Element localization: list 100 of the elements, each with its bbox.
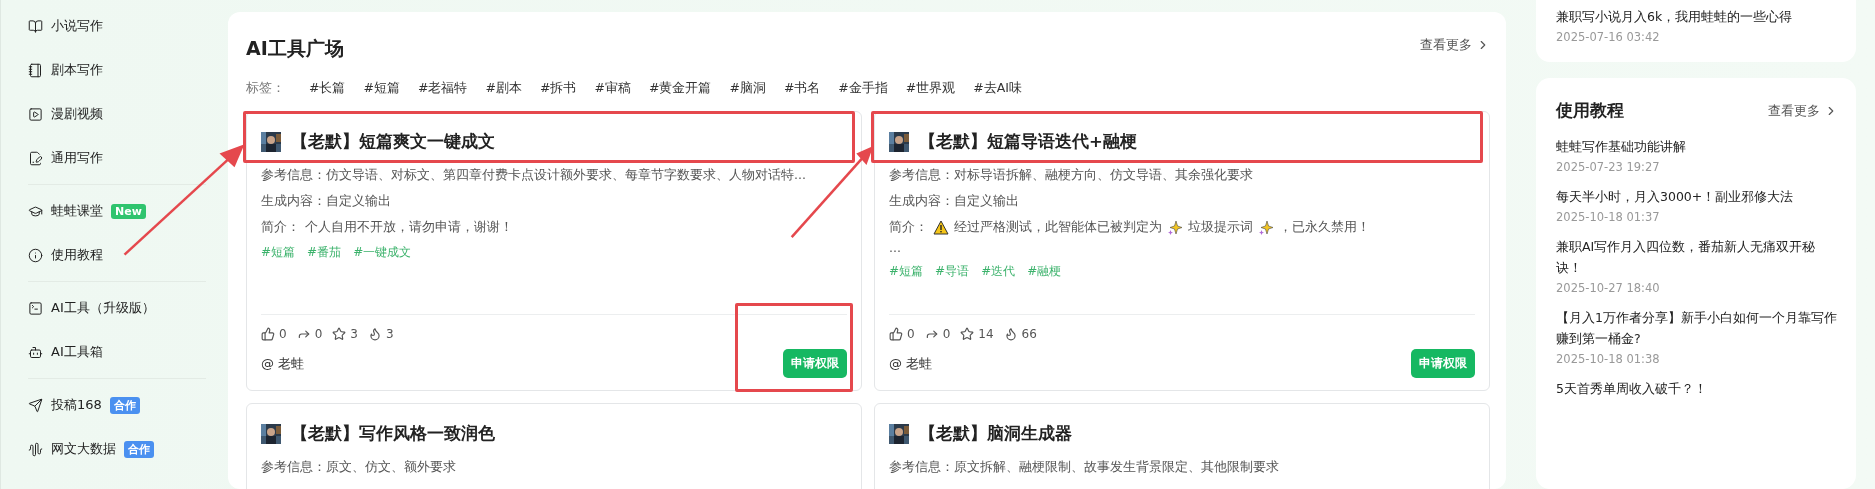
- flame-icon: [367, 327, 382, 341]
- tag-link[interactable]: #世界观: [905, 80, 956, 97]
- sidebar-item[interactable]: 蛙蛙课堂 New: [28, 189, 206, 233]
- share-count: 0: [314, 327, 323, 341]
- share-icon[interactable]: [924, 327, 939, 341]
- sidebar-item[interactable]: 漫剧视频: [28, 92, 206, 136]
- card-tag: #短篇: [889, 263, 924, 280]
- tag-link[interactable]: #金手指: [838, 80, 888, 97]
- sidebar-label: AI工具箱: [51, 343, 103, 361]
- author-name: @ 老蛙: [889, 354, 933, 373]
- warning-icon: [933, 220, 949, 235]
- card-info: 生成内容：自定义输出: [889, 193, 1020, 210]
- tag-link[interactable]: #去AI味: [973, 80, 1023, 97]
- sidebar-item[interactable]: AI工具箱: [28, 330, 206, 374]
- share-count: 0: [942, 327, 951, 341]
- badge: New: [111, 203, 146, 219]
- article-date: 2025-10-27 18:40: [1556, 281, 1661, 295]
- article-title[interactable]: 兼职AI写作月入四位数，番茄新人无痛双开秘诀！: [1556, 236, 1838, 278]
- card-tag: #一键成文: [353, 244, 412, 261]
- intro-text: 经过严格测试，此智能体已被判定为: [954, 219, 1162, 236]
- info-icon: [28, 247, 43, 263]
- tag-link[interactable]: #长篇: [309, 80, 346, 97]
- tag-link[interactable]: #拆书: [539, 80, 577, 97]
- heat-count: 66: [1021, 327, 1037, 341]
- card-tag: #番茄: [307, 244, 342, 261]
- like-icon[interactable]: [889, 327, 903, 341]
- share-icon[interactable]: [296, 327, 311, 341]
- card-info: 参考信息：对标导语拆解、融梗方向、仿文导语、其余强化要求: [889, 167, 1254, 184]
- sparkle-icon: [1167, 219, 1183, 236]
- article-title[interactable]: 蛙蛙写作基础功能讲解: [1556, 136, 1838, 157]
- sidebar-item[interactable]: 使用教程: [28, 233, 206, 277]
- card-tag: #融梗: [1027, 263, 1062, 280]
- article-title[interactable]: 每天半小时，月入3000+！副业邪修大法: [1556, 186, 1838, 207]
- intro-label: 简介：: [261, 219, 300, 236]
- tag-link[interactable]: #短篇: [363, 80, 400, 97]
- sparkle-icon: [1258, 219, 1274, 236]
- author-name: @ 老蛙: [261, 354, 305, 373]
- play-icon: [28, 106, 43, 122]
- card-title: 【老默】脑洞生成器: [919, 423, 1072, 445]
- star-icon[interactable]: [960, 327, 975, 341]
- article-date: 2025-07-16 03:42: [1556, 30, 1661, 44]
- edit-icon: [28, 150, 43, 166]
- graduation-cap-icon: [28, 203, 43, 219]
- article-date: 2025-10-18 01:37: [1556, 210, 1661, 224]
- sidebar-label: 使用教程: [51, 246, 103, 264]
- card-info: 参考信息：原文拆解、融梗限制、故事发生背景限定、其他限制要求: [889, 459, 1280, 476]
- tag-link[interactable]: #脑洞: [729, 80, 766, 97]
- wave-icon: [28, 441, 43, 457]
- section-title: AI工具广场: [246, 36, 344, 61]
- sidebar-label: 漫剧视频: [51, 105, 103, 123]
- card-info: 生成内容：自定义输出: [261, 193, 392, 210]
- sidebar-label: 蛙蛙课堂: [51, 202, 103, 220]
- intro-text: ，已永久禁用！: [1279, 219, 1370, 236]
- star-count: 14: [978, 327, 994, 341]
- like-count: 0: [279, 327, 287, 341]
- card-title: 【老默】短篇导语迭代+融梗: [919, 131, 1137, 153]
- sidebar-item[interactable]: 小说写作: [28, 4, 206, 48]
- view-more-link[interactable]: 查看更多: [1420, 36, 1490, 54]
- like-icon[interactable]: [261, 327, 275, 341]
- tag-link[interactable]: #审稿: [594, 80, 631, 97]
- card-title: 【老默】写作风格一致润色: [291, 423, 495, 445]
- card-info: 参考信息：原文、仿文、额外要求: [261, 459, 457, 476]
- sidebar-label: 通用写作: [51, 149, 103, 167]
- card-title: 【老默】短篇爽文一键成文: [291, 131, 495, 153]
- article-title[interactable]: 5天首秀单周收入破千？！: [1556, 378, 1838, 399]
- sidebar-label: 小说写作: [51, 17, 103, 35]
- tool-card[interactable]: 【老默】写作风格一致润色 参考信息：原文、仿文、额外要求: [246, 403, 862, 489]
- sidebar-label: 剧本写作: [51, 61, 103, 79]
- tag-link[interactable]: #老福特: [417, 80, 468, 97]
- sidebar-label: 投稿168: [51, 396, 102, 414]
- sidebar-item[interactable]: AI工具（升级版）: [28, 286, 206, 330]
- heat-count: 3: [385, 327, 394, 341]
- robot-icon: [28, 344, 43, 360]
- book-icon: [28, 18, 43, 34]
- tag-link[interactable]: #书名: [783, 80, 821, 97]
- article-title[interactable]: 兼职写小说月入6k，我用蛙蛙的一些心得: [1556, 6, 1838, 27]
- like-count: 0: [907, 327, 915, 341]
- sidebar-item[interactable]: 投稿168 合作: [28, 383, 206, 427]
- sidebar-item[interactable]: 网文大数据 合作: [28, 427, 206, 471]
- view-more-link[interactable]: 查看更多: [1768, 102, 1838, 120]
- intro-label: 简介：: [889, 219, 928, 236]
- ellipsis-text: ...: [889, 240, 902, 255]
- article-title[interactable]: 【月入1万作者分享】新手小白如何一个月靠写作赚到第一桶金?: [1556, 307, 1838, 349]
- intro-text: 个人自用不开放，请勿申请，谢谢！: [305, 219, 513, 236]
- tool-card[interactable]: 【老默】脑洞生成器 参考信息：原文拆解、融梗限制、故事发生背景限定、其他限制要求: [874, 403, 1490, 489]
- sidebar-label: AI工具（升级版）: [51, 299, 155, 317]
- tag-link[interactable]: #黄金开篇: [648, 80, 712, 97]
- article-date: 2025-10-18 01:38: [1556, 352, 1661, 366]
- sidebar-item[interactable]: 通用写作: [28, 136, 206, 180]
- badge: 合作: [124, 440, 154, 458]
- flame-icon: [1003, 327, 1018, 341]
- terminal-icon: [28, 300, 43, 316]
- tag-link[interactable]: #剧本: [485, 80, 522, 97]
- sidebar-label: 网文大数据: [51, 440, 116, 458]
- tags-label: 标签：: [246, 80, 285, 97]
- notebook-icon: [28, 62, 43, 78]
- star-icon[interactable]: [332, 327, 347, 341]
- badge: 合作: [109, 396, 140, 414]
- sidebar-item[interactable]: 剧本写作: [28, 48, 206, 92]
- star-count: 3: [350, 327, 358, 341]
